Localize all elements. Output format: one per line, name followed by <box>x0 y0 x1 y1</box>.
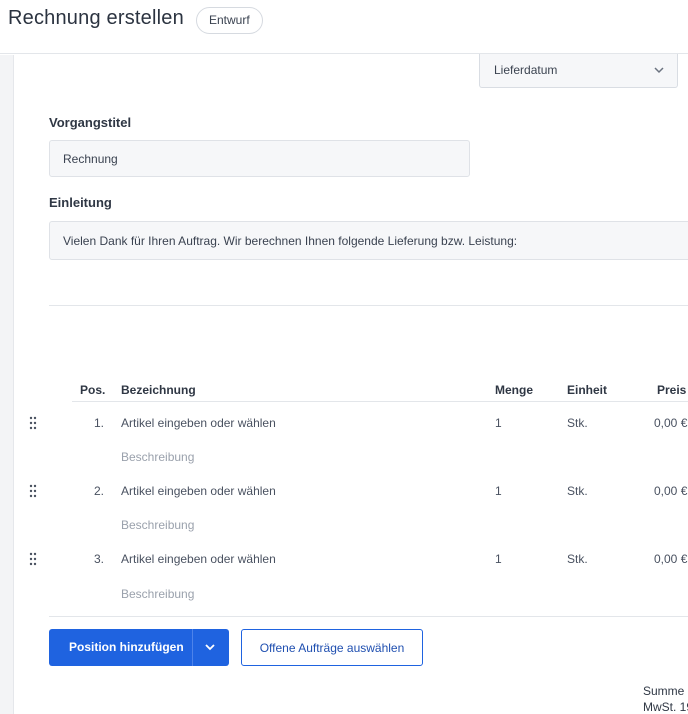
add-position-button-label: Position hinzufügen <box>69 640 184 654</box>
select-open-orders-button[interactable]: Offene Aufträge auswählen <box>241 629 423 666</box>
table-header-divider <box>72 401 688 402</box>
summary-vat-label: MwSt. 19 <box>643 700 688 714</box>
delivery-date-select-value: Lieferdatum <box>494 63 558 77</box>
title-input-value: Rechnung <box>63 152 118 166</box>
row-unit-input[interactable]: Stk. <box>567 484 588 498</box>
column-header-pos: Pos. <box>80 383 106 397</box>
intro-textarea[interactable]: Vielen Dank für Ihren Auftrag. Wir berec… <box>49 221 688 260</box>
column-header-price: Preis <box>657 383 687 397</box>
page-title: Rechnung erstellen <box>8 7 184 29</box>
row-description-input[interactable]: Beschreibung <box>121 518 194 532</box>
row-unit-input[interactable]: Stk. <box>567 416 588 430</box>
left-rail <box>0 55 14 714</box>
intro-textarea-value: Vielen Dank für Ihren Auftrag. Wir berec… <box>63 234 518 248</box>
row-article-input[interactable]: Artikel eingeben oder wählen <box>121 416 276 430</box>
row-article-input[interactable]: Artikel eingeben oder wählen <box>121 552 276 566</box>
page-header: Rechnung erstellen Entwurf <box>0 0 688 54</box>
intro-label: Einleitung <box>49 195 112 210</box>
section-divider <box>49 305 688 306</box>
button-split-divider <box>192 629 193 666</box>
row-qty-input[interactable]: 1 <box>495 484 502 498</box>
select-open-orders-button-label: Offene Aufträge auswählen <box>259 641 405 655</box>
column-header-name: Bezeichnung <box>121 383 196 397</box>
row-description-input[interactable]: Beschreibung <box>121 450 194 464</box>
column-header-unit: Einheit <box>567 383 608 397</box>
row-pos: 2. <box>94 484 105 498</box>
row-qty-input[interactable]: 1 <box>495 552 502 566</box>
row-price-input[interactable]: 0,00 € <box>654 416 687 430</box>
drag-handle-icon[interactable] <box>29 552 37 566</box>
chevron-down-icon <box>654 67 664 74</box>
table-bottom-divider <box>49 616 688 617</box>
row-price-input[interactable]: 0,00 € <box>654 552 687 566</box>
row-unit-input[interactable]: Stk. <box>567 552 588 566</box>
add-position-button[interactable]: Position hinzufügen <box>49 629 229 666</box>
delivery-date-select[interactable]: Lieferdatum <box>479 54 678 88</box>
row-pos: 1. <box>94 416 105 430</box>
title-input[interactable]: Rechnung <box>49 140 470 177</box>
status-badge: Entwurf <box>196 7 263 34</box>
column-header-qty: Menge <box>495 383 534 397</box>
row-article-input[interactable]: Artikel eingeben oder wählen <box>121 484 276 498</box>
row-description-input[interactable]: Beschreibung <box>121 587 194 601</box>
chevron-down-icon[interactable] <box>204 641 216 653</box>
summary-sum-label: Summe <box>643 684 685 698</box>
row-price-input[interactable]: 0,00 € <box>654 484 687 498</box>
row-pos: 3. <box>94 552 105 566</box>
title-label: Vorgangstitel <box>49 115 132 130</box>
drag-handle-icon[interactable] <box>29 484 37 498</box>
row-qty-input[interactable]: 1 <box>495 416 502 430</box>
drag-handle-icon[interactable] <box>29 416 37 430</box>
